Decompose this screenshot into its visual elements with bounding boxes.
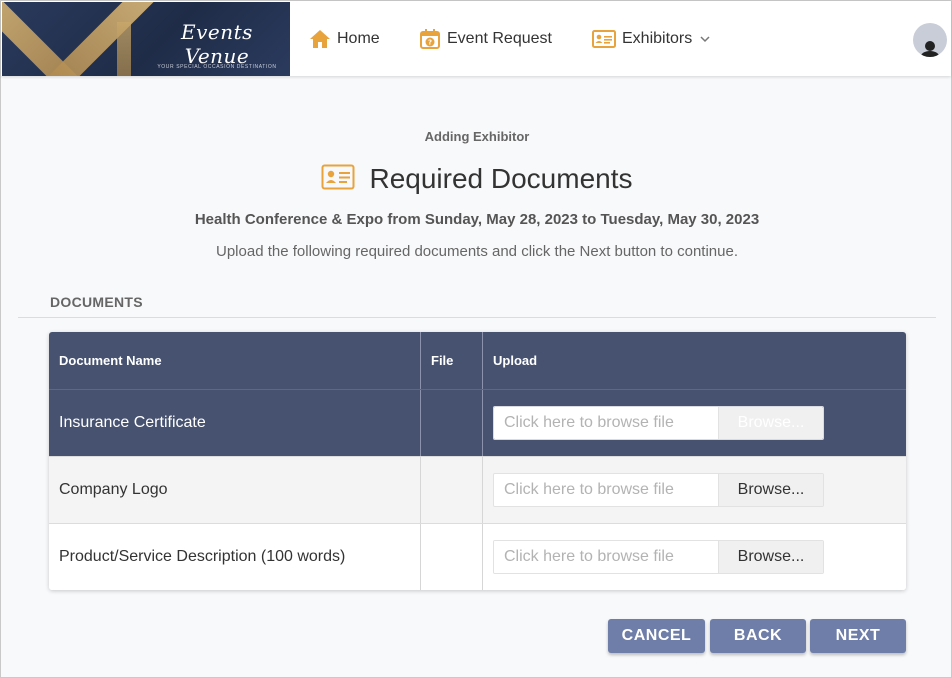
browse-button[interactable]: Browse... [719,541,823,573]
nav-home[interactable]: Home [309,27,380,51]
top-navbar: Events Venue YOUR SPECIAL OCCASION DESTI… [1,1,951,76]
header-document-name: Document Name [59,353,162,368]
browse-button[interactable]: Browse... [719,474,823,506]
app-window: Events Venue YOUR SPECIAL OCCASION DESTI… [0,0,952,678]
nav-event-request-label: Event Request [447,30,552,47]
id-card-icon [592,29,616,49]
file-upload-input[interactable]: Click here to browse file [494,407,719,439]
browse-button[interactable]: Browse... [719,407,823,439]
svg-text:?: ? [428,39,432,47]
brand-logo[interactable]: Events Venue YOUR SPECIAL OCCASION DESTI… [2,2,290,76]
nav-exhibitors-dropdown[interactable]: Exhibitors [592,27,710,51]
brand-tagline: YOUR SPECIAL OCCASION DESTINATION [157,64,277,70]
document-name: Company Logo [59,481,168,498]
file-cell [420,524,482,590]
brand-name: Events Venue [181,20,253,68]
user-avatar[interactable] [913,23,947,57]
document-name: Insurance Certificate [59,414,206,431]
header-upload: Upload [482,332,906,389]
nav-event-request[interactable]: ? Event Request [419,27,552,51]
table-header-row: Document Name File Upload [49,332,906,390]
page-subtitle: Adding Exhibitor [424,129,530,144]
id-card-icon [321,163,355,196]
section-divider [18,317,936,318]
file-upload-control[interactable]: Click here to browse file Browse... [493,406,824,440]
file-cell [420,457,482,523]
documents-table: Document Name File Upload Insurance Cert… [49,332,906,590]
header-file: File [420,332,482,389]
home-icon [309,29,331,49]
file-cell [420,390,482,456]
chevron-down-icon [700,35,710,43]
back-button[interactable]: BACK [710,619,806,653]
nav-exhibitors-label: Exhibitors [622,30,693,47]
nav-home-label: Home [337,30,380,47]
event-details: Health Conference & Expo from Sunday, Ma… [194,211,760,228]
cancel-button[interactable]: CANCEL [608,619,705,653]
file-upload-control[interactable]: Click here to browse file Browse... [493,473,824,507]
table-row[interactable]: Company Logo Click here to browse file B… [49,457,906,524]
file-upload-input[interactable]: Click here to browse file [494,474,719,506]
calendar-question-icon: ? [419,28,441,50]
documents-section-title: DOCUMENTS [50,294,143,310]
file-upload-input[interactable]: Click here to browse file [494,541,719,573]
page-heading: Required Documents [1,161,952,197]
table-row[interactable]: Product/Service Description (100 words) … [49,524,906,590]
file-upload-control[interactable]: Click here to browse file Browse... [493,540,824,574]
instruction-text: Upload the following required documents … [216,243,738,260]
next-button[interactable]: NEXT [810,619,906,653]
document-name: Product/Service Description (100 words) [59,548,346,565]
page-title: Required Documents [369,163,633,194]
table-row[interactable]: Insurance Certificate Click here to brow… [49,390,906,457]
